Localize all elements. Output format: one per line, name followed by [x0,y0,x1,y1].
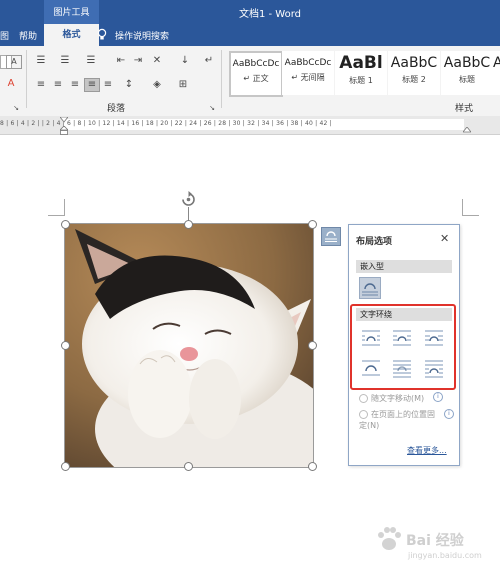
resize-handle-bottom-left[interactable] [61,462,70,471]
shading-icon[interactable]: ◈ [150,79,164,91]
style-title[interactable]: AaBbC 标题 [441,51,493,95]
watermark-url: jingyan.baidu.com [408,551,482,560]
wrap-inline-icon[interactable] [359,277,381,299]
chinese-layout-icon[interactable]: ✕ [150,55,164,67]
ribbon: A A ☰ ☰ ☰ ⇤ ⇥ ✕ ↓ ↵ ≡ ≡ ≡ ≡ ≡ ↕ ◈ ⊞ 段落 ↘… [0,46,500,117]
borders-icon[interactable]: ⊞ [176,79,190,91]
document-title: 文档1 - Word [238,9,302,20]
resize-handle-top-right[interactable] [308,220,317,229]
paw-logo-icon [378,527,401,550]
radio-move-with-text[interactable] [359,394,368,403]
increase-indent-icon[interactable]: ⇥ [131,55,145,67]
line-spacing-icon[interactable]: ↕ [122,79,136,91]
show-marks-icon[interactable]: ↵ [202,55,216,67]
numbering-icon[interactable]: ☰ [58,55,72,67]
resize-handle-bottom-right[interactable] [308,462,317,471]
wrap-options-highlight [350,304,456,390]
close-icon[interactable]: ✕ [440,232,449,245]
see-more-link[interactable]: 查看更多... [407,445,447,456]
resize-handle-left[interactable] [61,341,70,350]
decrease-indent-icon[interactable]: ⇤ [114,55,128,67]
left-indent-marker[interactable] [59,125,69,135]
tell-me-search[interactable]: 操作说明搜索 [115,29,169,42]
ruler-ticks: 8 | 6 | 4 | 2 | | 2 | 4 | 6 | 8 | 10 | 1… [0,120,332,127]
justify-icon[interactable]: ≡ [84,78,100,92]
style-heading-1[interactable]: AaBl 标题 1 [335,51,387,95]
margin-corner-mark [48,199,65,216]
style-no-spacing[interactable]: AaBbCcDc ↵ 无间隔 [282,51,334,95]
resize-handle-top-left[interactable] [61,220,70,229]
sort-icon[interactable]: ↓ [178,55,192,67]
resize-handle-bottom[interactable] [184,462,193,471]
tab-help[interactable]: 帮助 [19,29,37,42]
info-icon[interactable]: i [444,409,454,419]
align-center-icon[interactable]: ≡ [51,79,65,91]
clear-format-icon[interactable]: A [6,55,22,69]
dialog-launcher-icon[interactable]: ↘ [12,102,20,112]
multilevel-list-icon[interactable]: ☰ [84,55,98,67]
cat-picture[interactable] [64,223,314,468]
fix-position-option[interactable]: 在页面上的位置固定(N) [359,409,439,431]
layout-options-button[interactable] [321,227,341,246]
right-indent-marker[interactable] [462,126,472,133]
panel-title: 布局选项 [356,237,393,247]
margin-corner-mark [462,199,479,216]
align-left-icon[interactable]: ≡ [34,79,48,91]
inline-section-header: 嵌入型 [356,260,452,273]
dialog-launcher-icon[interactable]: ↘ [208,102,216,112]
styles-group-label: 样式 [455,104,474,114]
distribute-icon[interactable]: ≡ [101,79,115,91]
align-right-icon[interactable]: ≡ [68,79,82,91]
bullets-icon[interactable]: ☰ [34,55,48,67]
first-line-indent-marker[interactable] [59,116,69,123]
lightbulb-icon [97,28,107,44]
rotate-handle-icon[interactable] [180,191,197,208]
resize-handle-right[interactable] [308,341,317,350]
baidu-watermark: Bai 经验 jingyan.baidu.com [372,520,500,574]
radio-fix-position[interactable] [359,410,368,419]
style-subtitle[interactable]: A [492,51,500,95]
style-normal[interactable]: AaBbCcDc ↵ 正文 [229,51,283,97]
paragraph-group-label: 段落 [107,104,126,114]
tab-format[interactable]: 格式 [44,24,99,46]
style-heading-2[interactable]: AaBbC 标题 2 [388,51,440,95]
move-with-text-option[interactable]: 随文字移动(M) [359,393,424,404]
tab-insert-fragment[interactable]: 图 [0,29,9,42]
contextual-group-label: 图片工具 [53,8,90,18]
watermark-brand: Bai 经验 [406,533,464,549]
info-icon[interactable]: i [433,392,443,402]
font-color-icon[interactable]: A [4,78,18,90]
resize-handle-top[interactable] [184,220,193,229]
